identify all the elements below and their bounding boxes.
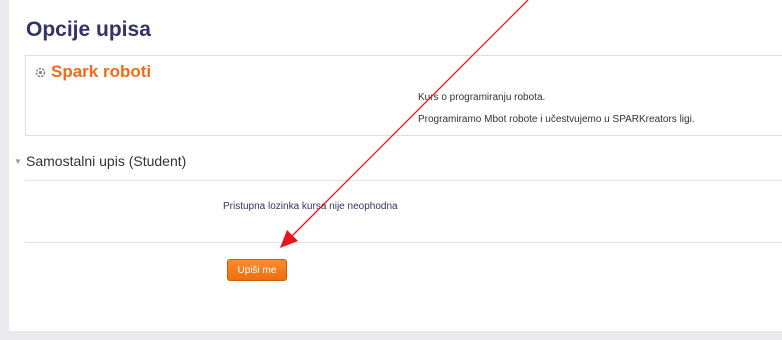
no-enrolment-key-message: Pristupna lozinka kursa nije neophodna xyxy=(223,201,398,212)
left-gutter xyxy=(0,0,9,340)
page-title: Opcije upisa xyxy=(26,18,151,41)
divider xyxy=(25,242,782,243)
course-description: Kurs o programiranju robota. Programiram… xyxy=(418,87,695,131)
course-summary-box: Spark roboti Kurs o programiranju robota… xyxy=(25,55,782,136)
course-header: Spark roboti xyxy=(34,62,151,82)
course-description-line: Kurs o programiranju robota. xyxy=(418,92,546,103)
course-name-link[interactable]: Spark roboti xyxy=(51,62,151,82)
course-gear-icon xyxy=(34,66,47,79)
course-description-line: Programiramo Mbot robote i učestvujemo u… xyxy=(418,114,695,125)
bottom-band xyxy=(0,331,782,340)
page-frame: Opcije upisa Spark roboti Kurs o program… xyxy=(0,0,782,340)
annotation-arrow-icon xyxy=(280,0,529,248)
divider xyxy=(25,180,782,181)
section-title: Samostalni upis (Student) xyxy=(26,153,187,169)
triangle-down-icon[interactable]: ▼ xyxy=(14,157,24,166)
enrol-me-button[interactable]: Upiši me xyxy=(227,259,287,281)
self-enrolment-section-header[interactable]: ▼ Samostalni upis (Student) xyxy=(14,153,186,169)
